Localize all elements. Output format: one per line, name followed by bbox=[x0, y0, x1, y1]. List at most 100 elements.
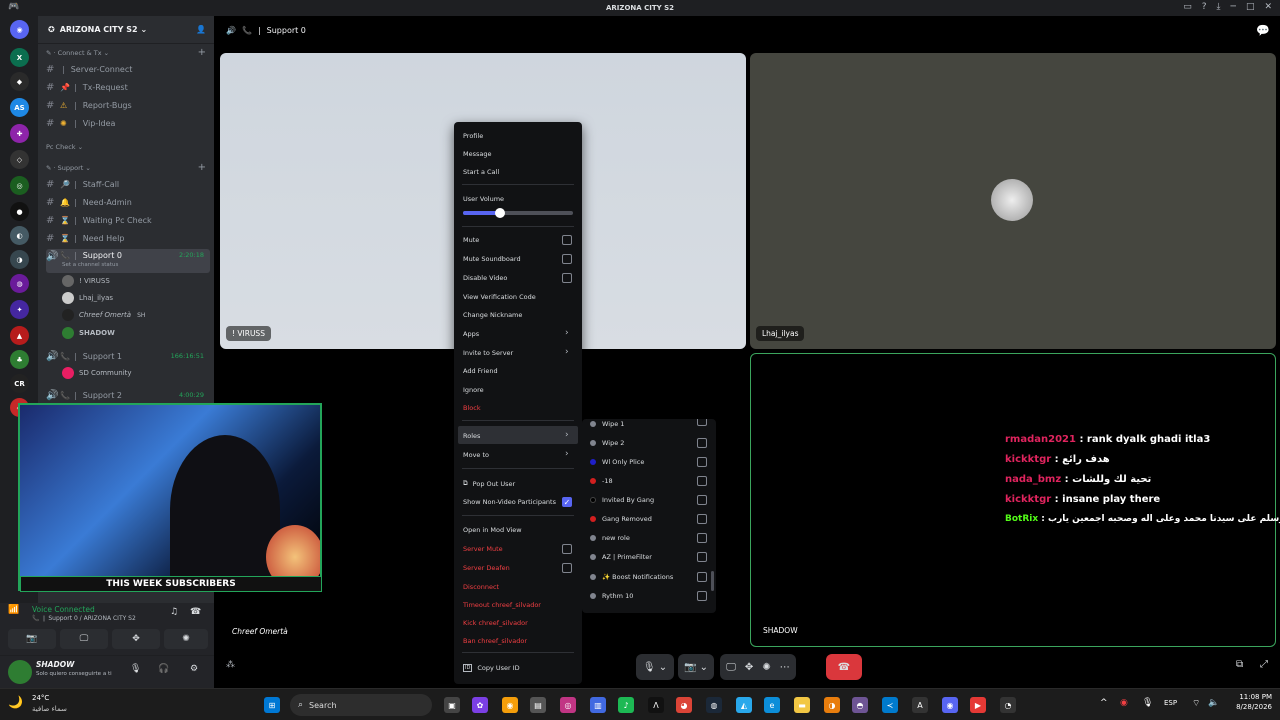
fullscreen-icon[interactable]: ⤢ bbox=[1260, 659, 1268, 670]
menu-item-add-friend[interactable]: Add Friend bbox=[463, 367, 498, 375]
chat-icon[interactable]: 💬 bbox=[1256, 24, 1270, 37]
menu-item-profile[interactable]: Profile bbox=[463, 132, 483, 140]
disconnect-icon[interactable]: ☎ bbox=[190, 607, 201, 617]
mute-checkbox[interactable] bbox=[562, 235, 572, 245]
menu-item-change-nickname[interactable]: Change Nickname bbox=[463, 311, 522, 319]
steam-icon[interactable]: ◍ bbox=[706, 697, 722, 713]
wifi-icon[interactable]: ⌔ bbox=[1192, 698, 1200, 709]
blender-icon[interactable]: ◑ bbox=[824, 697, 840, 713]
menu-item-copy-id[interactable]: ID Copy User ID bbox=[463, 664, 520, 672]
copilot-icon[interactable]: ✿ bbox=[472, 697, 488, 713]
channel-status[interactable]: Set a channel status bbox=[62, 262, 118, 268]
app-icon[interactable]: ◭ bbox=[736, 697, 752, 713]
mic-toggle-button[interactable]: 🎙 ⌄ bbox=[636, 654, 674, 680]
category-pc-check[interactable]: Pc Check ⌄ bbox=[46, 143, 83, 151]
role-item[interactable]: ✨ Boost Notifications bbox=[590, 573, 673, 581]
menu-item-show-non-video[interactable]: Show Non-Video Participants bbox=[463, 498, 556, 506]
voice-member[interactable]: Chreef Omertà SH bbox=[62, 308, 145, 322]
menu-item-open-mod-view[interactable]: Open in Mod View bbox=[463, 526, 522, 534]
github-icon[interactable]: ◓ bbox=[852, 697, 868, 713]
chrome-icon[interactable]: ◕ bbox=[676, 697, 692, 713]
voice-channel-support-0[interactable]: 🔊 📞 ❘ Support 0 2:20:18 Set a channel statu… bbox=[46, 249, 210, 273]
role-checkbox[interactable] bbox=[697, 438, 707, 448]
add-member-icon[interactable]: 👤 bbox=[196, 25, 206, 34]
menu-item-mute-soundboard[interactable]: Mute Soundboard bbox=[463, 255, 521, 263]
server-mute-checkbox[interactable] bbox=[562, 544, 572, 554]
app-icon[interactable]: ◉ bbox=[502, 697, 518, 713]
dm-home-icon[interactable]: ◉ bbox=[10, 20, 29, 39]
menu-item-invite[interactable]: Invite to Server bbox=[463, 349, 513, 357]
maximize-button[interactable]: □ bbox=[1246, 2, 1255, 12]
app-icon[interactable]: ▶ bbox=[970, 697, 986, 713]
file-explorer-icon[interactable]: ▬ bbox=[794, 697, 810, 713]
role-item[interactable]: -18 bbox=[590, 477, 613, 485]
camera-off-button[interactable]: 📷 bbox=[8, 629, 56, 649]
menu-item-server-deafen[interactable]: Server Deafen bbox=[463, 564, 510, 572]
menu-item-block[interactable]: Block bbox=[463, 404, 481, 412]
server-deafen-checkbox[interactable] bbox=[562, 563, 572, 573]
role-item[interactable]: Wl Only Plice bbox=[590, 458, 644, 466]
role-checkbox[interactable] bbox=[697, 572, 707, 582]
server-icon[interactable]: CR bbox=[10, 374, 29, 393]
app-icon[interactable]: Λ bbox=[648, 697, 664, 713]
role-item[interactable]: Rythm 10 bbox=[590, 592, 633, 600]
add-channel-icon[interactable]: + bbox=[198, 162, 206, 173]
voice-member[interactable]: SHADOW bbox=[62, 326, 115, 340]
voice-member[interactable]: ! VIRUSS bbox=[62, 274, 110, 288]
role-item[interactable]: Invited By Gang bbox=[590, 496, 654, 504]
channel-waiting-pc-check[interactable]: # ⌛ ❘ Waiting Pc Check bbox=[46, 212, 210, 228]
menu-item-disable-video[interactable]: Disable Video bbox=[463, 274, 507, 282]
task-view-icon[interactable]: ▣ bbox=[444, 697, 460, 713]
obs-icon[interactable]: ◔ bbox=[1000, 697, 1016, 713]
store-icon[interactable]: ▤ bbox=[530, 697, 546, 713]
role-checkbox[interactable] bbox=[697, 419, 707, 426]
channel-staff-call[interactable]: # 🔎 ❘ Staff-Call bbox=[46, 176, 210, 192]
role-item[interactable]: new role bbox=[590, 534, 630, 542]
server-icon[interactable]: ◑ bbox=[10, 250, 29, 269]
clock[interactable]: 11:08 PM 8/28/2026 bbox=[1226, 693, 1272, 711]
channel-report-bugs[interactable]: # ⚠ ❘ Report-Bugs bbox=[46, 97, 210, 113]
scrollbar[interactable] bbox=[711, 571, 714, 591]
volume-slider[interactable] bbox=[463, 208, 573, 218]
menu-item-ignore[interactable]: Ignore bbox=[463, 386, 484, 394]
voice-member[interactable]: Lhaj_ilyas bbox=[62, 291, 113, 305]
chevron-up-icon[interactable]: ^ bbox=[1100, 698, 1108, 708]
menu-item-mute[interactable]: Mute bbox=[463, 236, 479, 244]
role-item[interactable]: Wipe 1 bbox=[590, 420, 624, 428]
role-checkbox[interactable] bbox=[697, 533, 707, 543]
server-header[interactable]: ✪ ARIZONA CITY S2 ⌄ 👤 bbox=[38, 16, 214, 44]
server-icon[interactable]: ◇ bbox=[10, 150, 29, 169]
server-icon[interactable]: X bbox=[10, 48, 29, 67]
role-checkbox[interactable] bbox=[697, 552, 707, 562]
discord-icon[interactable]: ◉ bbox=[942, 697, 958, 713]
soundboard-icon[interactable]: ✺ bbox=[762, 662, 770, 673]
show-non-video-checkbox[interactable]: ✓ bbox=[562, 497, 572, 507]
server-icon[interactable]: ◎ bbox=[10, 176, 29, 195]
server-icon[interactable]: AS bbox=[10, 98, 29, 117]
windows-start-icon[interactable]: ⊞ bbox=[264, 697, 280, 713]
mic-icon[interactable]: 🎙 bbox=[130, 664, 141, 674]
menu-item-ban[interactable]: Ban chreef_silvador bbox=[463, 637, 527, 645]
menu-item-roles[interactable]: Roles bbox=[463, 432, 480, 440]
weather-icon[interactable]: 🌙 bbox=[8, 695, 23, 709]
server-icon[interactable]: ✦ bbox=[10, 300, 29, 319]
menu-item-timeout[interactable]: Timeout chreef_silvador bbox=[463, 601, 541, 609]
role-item[interactable]: AZ | PrimeFilter bbox=[590, 553, 652, 561]
popout-icon[interactable]: ⧉ bbox=[1236, 659, 1243, 670]
disconnect-call-button[interactable]: ☎ bbox=[826, 654, 862, 680]
microphone-icon[interactable]: 🎙 bbox=[1142, 698, 1153, 708]
menu-item-kick[interactable]: Kick chreef_silvador bbox=[463, 619, 528, 627]
category-connect[interactable]: ✎ · Connect & Tx ⌄ bbox=[46, 49, 109, 57]
role-checkbox[interactable] bbox=[697, 591, 707, 601]
server-icon[interactable]: ▲ bbox=[10, 326, 29, 345]
edge-icon[interactable]: e bbox=[764, 697, 780, 713]
menu-item-message[interactable]: Message bbox=[463, 150, 492, 158]
server-icon[interactable]: ◆ bbox=[10, 72, 29, 91]
disable-video-checkbox[interactable] bbox=[562, 273, 572, 283]
activities-icon[interactable]: ✥ bbox=[745, 662, 753, 673]
voice-channel-support-1[interactable]: 🔊 📞 ❘ Support 1 166:16:51 bbox=[46, 348, 210, 364]
activities-button[interactable]: ✥ bbox=[112, 629, 160, 649]
server-icon[interactable]: ♣ bbox=[10, 350, 29, 369]
channel-need-admin[interactable]: # 🔔 ❘ Need-Admin bbox=[46, 194, 210, 210]
channel-need-help[interactable]: # ⌛ ❘ Need Help bbox=[46, 230, 210, 246]
